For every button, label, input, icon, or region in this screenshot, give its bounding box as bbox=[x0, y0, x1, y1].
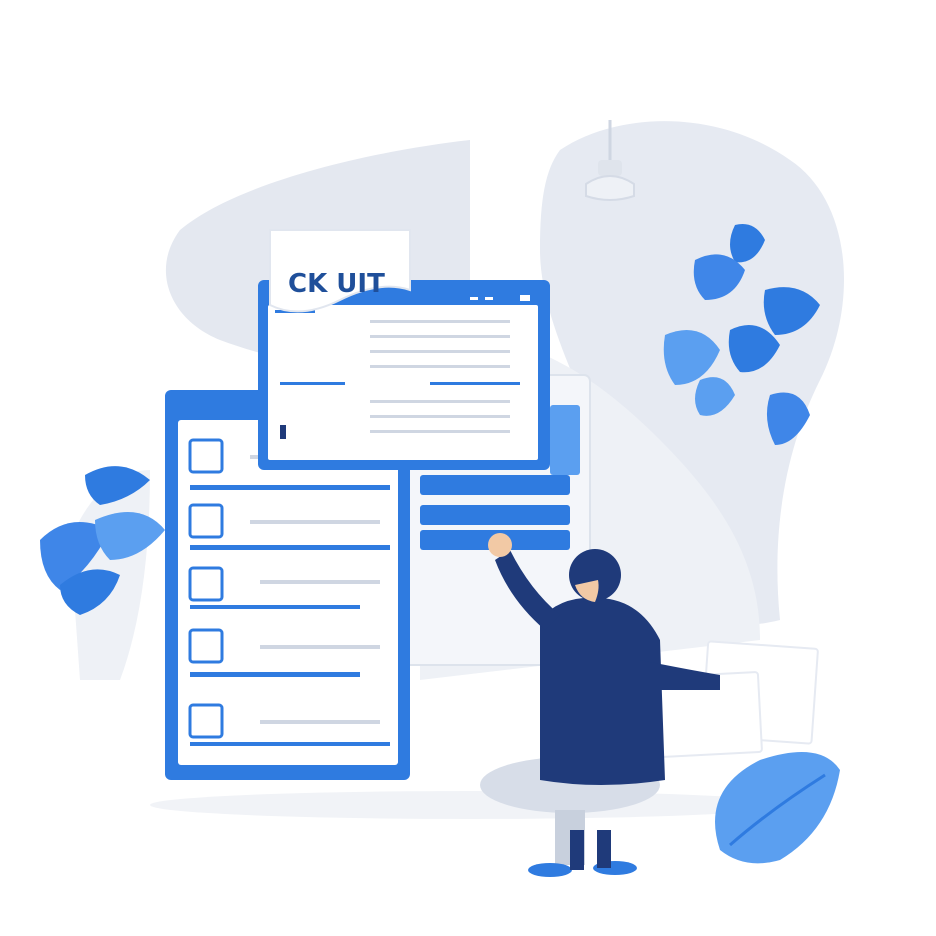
leaf-icon bbox=[95, 512, 165, 560]
plant-left bbox=[40, 466, 165, 680]
card-label: CK UIT bbox=[288, 269, 385, 299]
office-illustration: CK UIT bbox=[40, 120, 844, 877]
leaf-icon bbox=[715, 752, 840, 864]
paper-sheets bbox=[637, 640, 819, 759]
floor-shadow bbox=[150, 791, 790, 819]
